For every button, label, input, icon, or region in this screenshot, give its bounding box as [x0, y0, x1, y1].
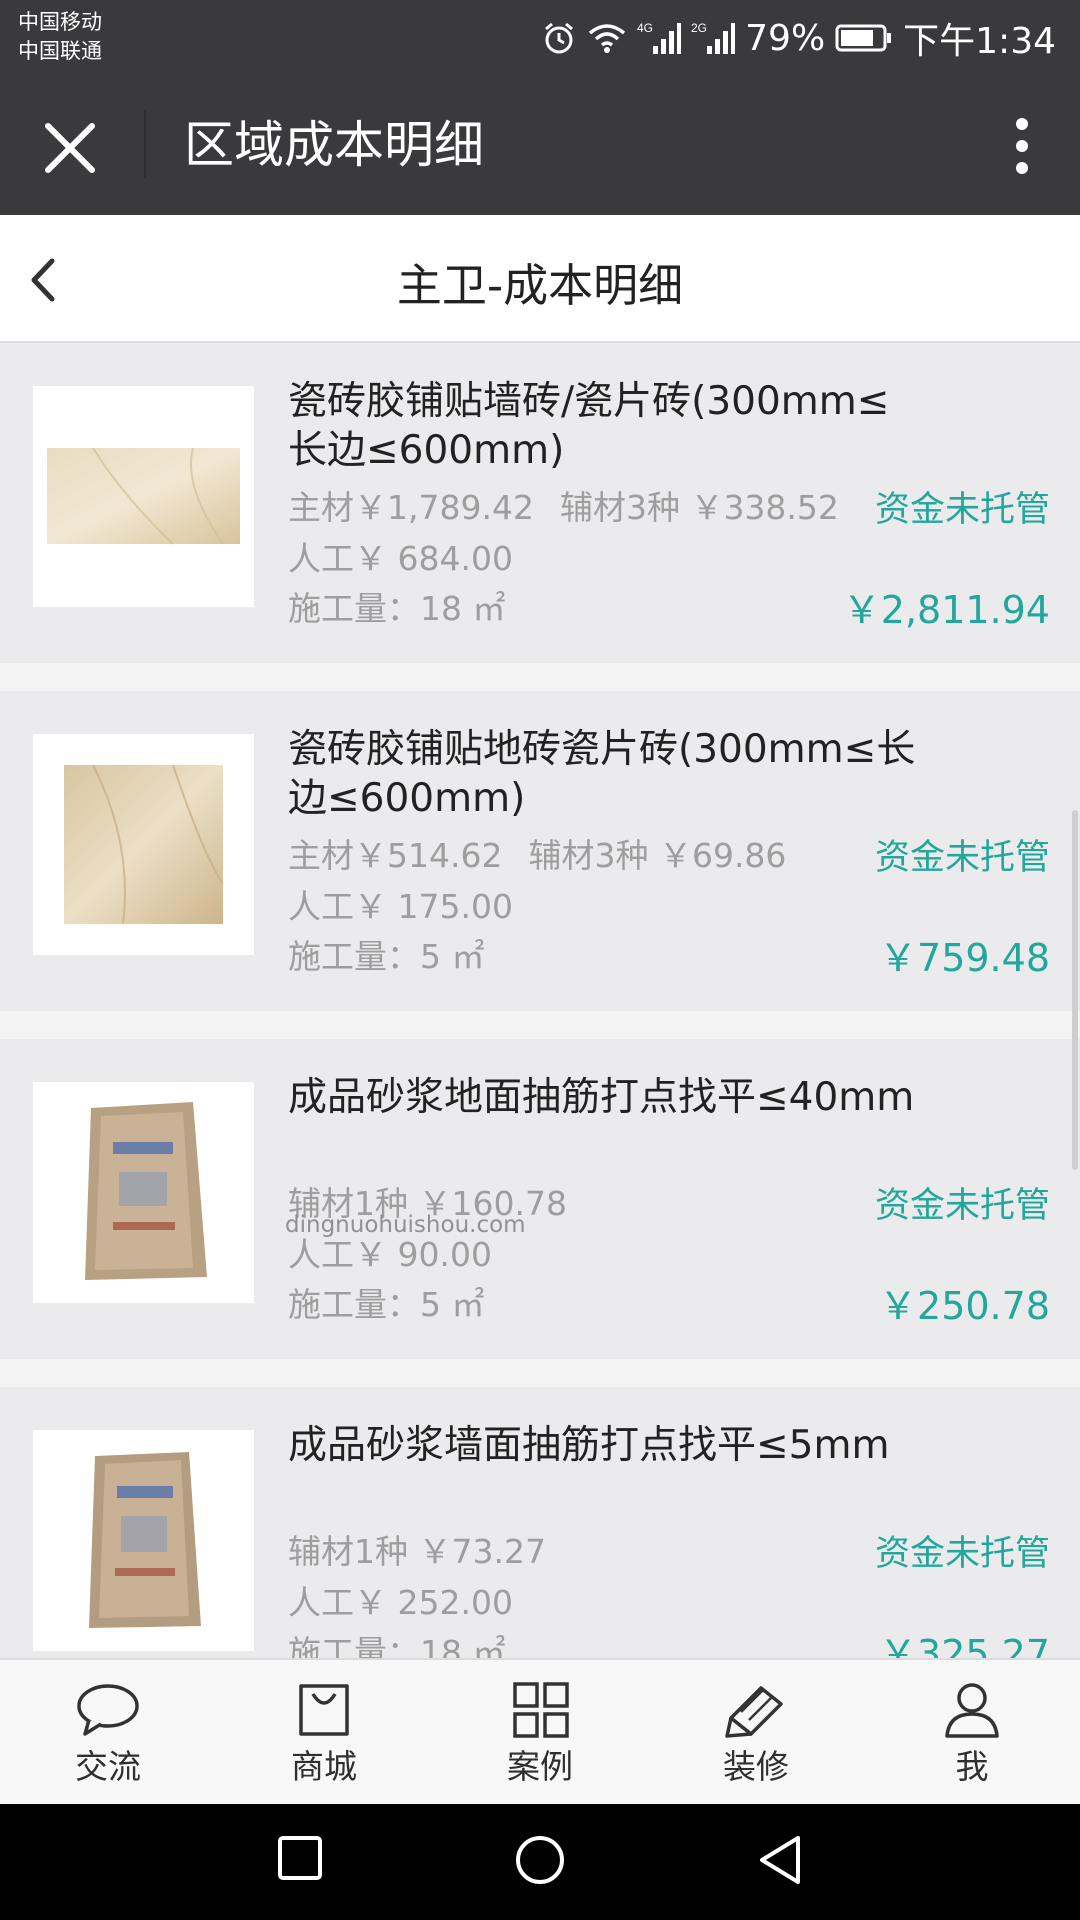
item-quantity: 施工量：5 ㎡ — [288, 937, 485, 976]
escrow-status: 资金未托管 — [874, 490, 1050, 530]
nav-bar: 主卫-成本明细 — [0, 215, 1080, 343]
svg-text:2G: 2G — [691, 21, 707, 35]
item-thumbnail-wall-tile — [33, 386, 254, 607]
tab-label: 装修 — [723, 1747, 789, 1786]
item-total: ￥759.48 — [879, 936, 1050, 980]
tab-shop[interactable]: 商城 — [216, 1660, 432, 1806]
carrier-labels: 中国移动 中国联通 — [18, 8, 102, 66]
bottom-tab-bar: 交流 商城 案例 装修 我 — [0, 1658, 1080, 1806]
carrier-1: 中国移动 — [18, 10, 102, 34]
system-nav-bar — [0, 1804, 1080, 1920]
4g-signal-icon: 4G — [637, 21, 682, 54]
tab-chat[interactable]: 交流 — [0, 1660, 216, 1806]
status-indicators: 4G 2G 79% 下午1:34 — [541, 12, 1056, 64]
scrollbar[interactable] — [1072, 810, 1078, 1170]
item-title: 瓷砖胶铺贴墙砖/瓷片砖(300mm≤长边≤600mm) — [288, 379, 890, 473]
item-thumbnail-mortar-bag — [33, 1430, 254, 1651]
item-main-material: 主材￥1,789.42 — [288, 488, 534, 527]
tab-cases[interactable]: 案例 — [432, 1660, 648, 1806]
home-circle-icon[interactable] — [514, 1834, 566, 1886]
page-title: 区域成本明细 — [184, 116, 484, 174]
carrier-2: 中国联通 — [18, 39, 102, 63]
escrow-status: 资金未托管 — [874, 838, 1050, 878]
cost-item-card[interactable]: 瓷砖胶铺贴墙砖/瓷片砖(300mm≤长边≤600mm) 主材￥1,789.42 辅… — [0, 343, 1080, 663]
escrow-status: 资金未托管 — [874, 1186, 1050, 1226]
battery-percent: 79% — [745, 17, 826, 59]
person-icon — [945, 1683, 999, 1738]
alarm-icon — [545, 22, 574, 54]
item-thumbnail-floor-tile — [33, 734, 254, 955]
chat-bubble-icon — [77, 1684, 139, 1736]
battery-icon — [835, 24, 892, 52]
item-total: ￥250.78 — [879, 1284, 1050, 1328]
wifi-icon — [589, 24, 626, 53]
item-quantity: 施工量：5 ㎡ — [288, 1285, 485, 1324]
recents-square-icon[interactable] — [276, 1834, 324, 1882]
item-total: ￥325.27 — [879, 1632, 1050, 1658]
item-main-material: 主材￥514.62 — [288, 836, 503, 875]
item-total: ￥2,811.94 — [842, 588, 1050, 632]
shopping-bag-icon — [299, 1684, 349, 1736]
nav-title: 主卫-成本明细 — [396, 259, 684, 312]
grid-icon — [513, 1682, 569, 1738]
item-aux-material: 辅材3种 ￥69.86 — [528, 836, 787, 875]
tab-renovation[interactable]: 装修 — [648, 1660, 864, 1806]
clock: 下午1:34 — [903, 21, 1056, 62]
tab-label: 交流 — [75, 1747, 141, 1786]
watermark: dingnuohuishou.com — [285, 1212, 526, 1238]
tab-me[interactable]: 我 — [864, 1660, 1080, 1806]
status-bar: 中国移动 中国联通 4G 2G 79% 下午1:34 — [0, 0, 1080, 72]
item-material-line: 主材￥1,789.42 辅材3种 ￥338.52 — [288, 481, 839, 529]
item-aux-material: 辅材1种 ￥73.27 — [288, 1532, 546, 1571]
item-title: 成品砂浆地面抽筋打点找平≤40mm — [288, 1075, 915, 1120]
close-icon[interactable] — [40, 118, 100, 178]
item-quantity: 施工量：18 ㎡ — [288, 1633, 506, 1658]
svg-text:4G: 4G — [637, 21, 653, 35]
escrow-status: 资金未托管 — [874, 1534, 1050, 1574]
item-quantity: 施工量：18 ㎡ — [288, 589, 506, 628]
item-labor: 人工￥ 252.00 — [288, 1583, 513, 1622]
more-options-icon[interactable] — [1010, 116, 1034, 176]
2g-signal-icon: 2G — [691, 21, 736, 54]
tab-label: 我 — [955, 1747, 989, 1786]
item-material-line: 主材￥514.62 辅材3种 ￥69.86 — [288, 829, 786, 877]
paint-brush-icon — [725, 1686, 783, 1738]
item-title: 瓷砖胶铺贴地砖瓷片砖(300mm≤长边≤600mm) — [288, 727, 916, 821]
title-bar: 区域成本明细 — [0, 72, 1080, 215]
title-divider — [144, 110, 146, 178]
item-thumbnail-mortar-bag — [33, 1082, 254, 1303]
tab-label: 商城 — [291, 1747, 357, 1786]
back-triangle-icon[interactable] — [756, 1834, 804, 1886]
cost-item-card[interactable]: 成品砂浆墙面抽筋打点找平≤5mm 辅材1种 ￥73.27 资金未托管 人工￥ 2… — [0, 1387, 1080, 1658]
cost-item-list[interactable]: 瓷砖胶铺贴墙砖/瓷片砖(300mm≤长边≤600mm) 主材￥1,789.42 辅… — [0, 343, 1080, 1658]
item-aux-material: 辅材3种 ￥338.52 — [559, 488, 839, 527]
item-labor: 人工￥ 175.00 — [288, 887, 513, 926]
item-labor: 人工￥ 684.00 — [288, 539, 513, 578]
item-title: 成品砂浆墙面抽筋打点找平≤5mm — [288, 1423, 890, 1468]
cost-item-card[interactable]: 瓷砖胶铺贴地砖瓷片砖(300mm≤长边≤600mm) 主材￥514.62 辅材3种… — [0, 691, 1080, 1011]
tab-label: 案例 — [507, 1747, 573, 1786]
cost-item-card[interactable]: 成品砂浆地面抽筋打点找平≤40mm 辅材1种 ￥160.78 资金未托管 人工￥… — [0, 1039, 1080, 1359]
